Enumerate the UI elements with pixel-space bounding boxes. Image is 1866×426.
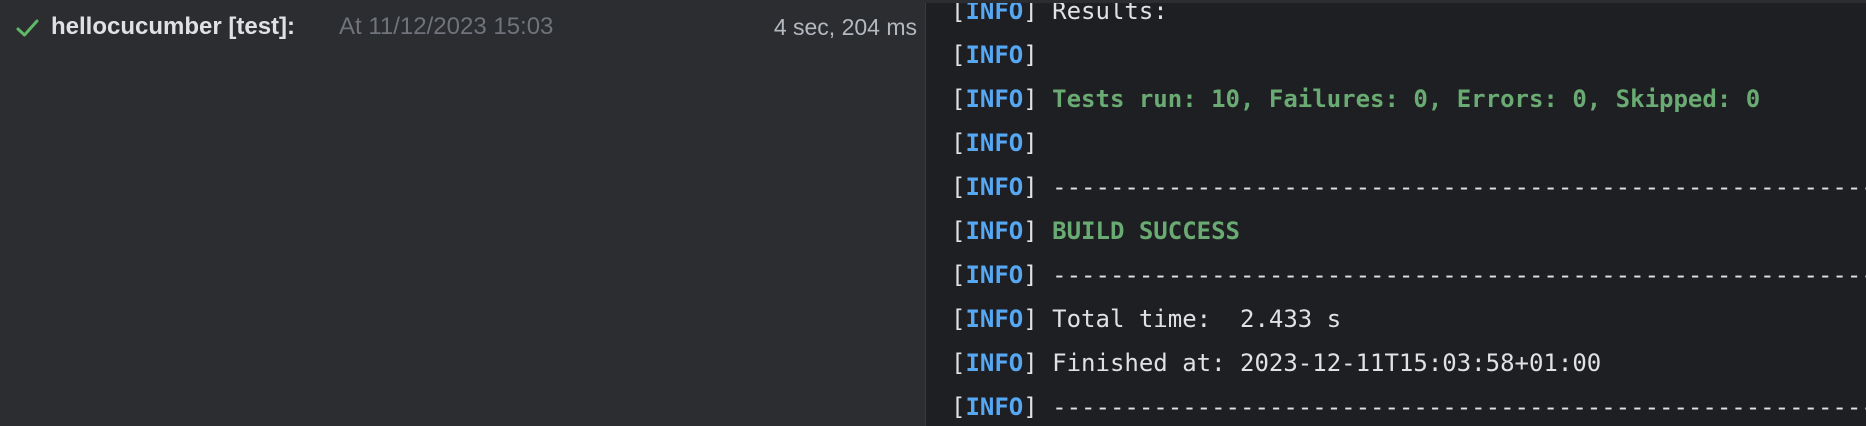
- run-tree-item[interactable]: hellocucumber [test]: At 11/12/2023 15:0…: [0, 3, 925, 51]
- log-bracket-open: [: [951, 129, 966, 157]
- log-bracket-open: [: [951, 85, 966, 113]
- log-bracket-close: ]: [1023, 85, 1038, 113]
- log-message: Finished at: 2023-12-11T15:03:58+01:00: [1037, 349, 1602, 377]
- check-icon: [16, 18, 40, 38]
- console-line: [INFO] ---------------------------------…: [951, 385, 1866, 426]
- log-message: Tests run: 10, Failures: 0, Errors: 0, S…: [1037, 85, 1761, 113]
- log-message: ----------------------------------------…: [1052, 393, 1866, 421]
- console-line: [INFO] Tests run: 10, Failures: 0, Error…: [951, 77, 1760, 121]
- log-message: ----------------------------------------…: [1052, 261, 1866, 289]
- console-line: [INFO] Total time: 2.433 s: [951, 297, 1341, 341]
- log-level: INFO: [965, 305, 1024, 333]
- log-level: INFO: [965, 85, 1024, 113]
- log-bracket-close: ]: [1023, 173, 1038, 201]
- console-line: [INFO] ---------------------------------…: [951, 165, 1866, 209]
- run-configuration-name: hellocucumber [test]:: [51, 13, 296, 40]
- log-message: Results:: [1037, 3, 1168, 25]
- log-level: INFO: [965, 41, 1024, 69]
- log-bracket-open: [: [951, 3, 966, 25]
- log-bracket-open: [: [951, 393, 966, 421]
- console-line: [INFO] Results:: [951, 3, 1168, 33]
- console-line: [INFO] BUILD SUCCESS: [951, 209, 1240, 253]
- console-output[interactable]: [INFO] Results: [INFO] [INFO] Tests run: 1…: [926, 3, 1866, 426]
- log-level: INFO: [965, 129, 1024, 157]
- log-level: INFO: [965, 349, 1024, 377]
- log-bracket-close: ]: [1023, 129, 1038, 157]
- log-level: INFO: [965, 393, 1024, 421]
- console-line: [INFO] ---------------------------------…: [951, 253, 1866, 297]
- log-bracket-open: [: [951, 41, 966, 69]
- log-bracket-open: [: [951, 305, 966, 333]
- console-line: [INFO]: [951, 121, 1038, 165]
- log-level: INFO: [965, 173, 1024, 201]
- log-level: INFO: [965, 3, 1024, 25]
- log-bracket-close: ]: [1023, 305, 1038, 333]
- log-level: INFO: [965, 261, 1024, 289]
- run-tree-panel: hellocucumber [test]: At 11/12/2023 15:0…: [0, 3, 925, 426]
- log-bracket-close: ]: [1023, 217, 1038, 245]
- run-duration: 4 sec, 204 ms: [773, 14, 917, 40]
- log-bracket-close: ]: [1023, 393, 1038, 421]
- log-bracket-close: ]: [1023, 3, 1038, 25]
- log-message: ----------------------------------------…: [1052, 173, 1866, 201]
- log-bracket-close: ]: [1023, 41, 1038, 69]
- log-bracket-open: [: [951, 349, 966, 377]
- log-bracket-close: ]: [1023, 261, 1038, 289]
- console-line: [INFO] Finished at: 2023-12-11T15:03:58+…: [951, 341, 1601, 385]
- console-line: [INFO]: [951, 33, 1038, 77]
- log-bracket-open: [: [951, 261, 966, 289]
- log-level: INFO: [965, 217, 1024, 245]
- log-bracket-open: [: [951, 217, 966, 245]
- log-message: Total time: 2.433 s: [1037, 305, 1342, 333]
- run-timestamp: At 11/12/2023 15:03: [339, 13, 554, 40]
- log-message: BUILD SUCCESS: [1037, 217, 1240, 245]
- run-tool-window: hellocucumber [test]: At 11/12/2023 15:0…: [0, 0, 1866, 426]
- log-bracket-close: ]: [1023, 349, 1038, 377]
- log-bracket-open: [: [951, 173, 966, 201]
